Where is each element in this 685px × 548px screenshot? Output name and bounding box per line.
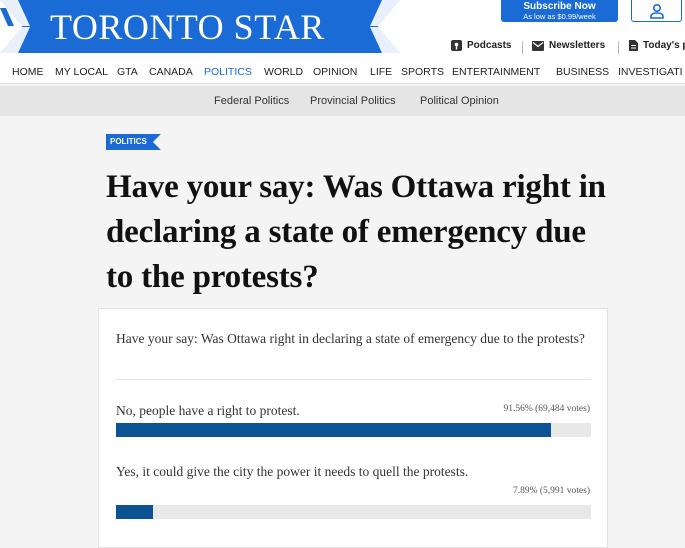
nav-item-entertainment[interactable]: ENTERTAINMENT [452,66,540,78]
poll-option-votes: (69,484 votes) [535,404,590,414]
user-icon [650,3,664,19]
sub-nav: Federal Politics Provincial Politics Pol… [0,86,685,116]
utility-todays-paper[interactable]: Today's p [629,40,685,51]
nav-item-opinion[interactable]: OPINION [313,66,357,78]
subnav-item-provincial-politics[interactable]: Provincial Politics [310,95,396,107]
poll-divider [116,379,591,380]
nav-item-life[interactable]: LIFE [370,66,392,78]
poll-result-bar [116,505,591,519]
subnav-item-political-opinion[interactable]: Political Opinion [420,95,499,107]
poll-option-percent: 91.56% [503,404,533,414]
nav-item-home[interactable]: HOME [12,66,44,78]
newspaper-icon [629,40,638,51]
nav-item-gta[interactable]: GTA [117,66,138,78]
poll-option-stats: 7.89% (5,991 votes) [513,486,590,496]
poll-widget: Have your say: Was Ottawa right in decla… [98,308,608,548]
masthead: TORONTO STAR Subscribe Now As low as $0.… [0,0,685,62]
utility-podcasts-label: Podcasts [467,40,512,51]
section-tag[interactable]: POLITICS [106,134,161,150]
utility-podcasts[interactable]: Podcasts [451,40,511,51]
poll-option-votes: (5,991 votes) [539,486,590,496]
poll-result-bar [116,423,591,437]
nav-item-business[interactable]: BUSINESS [556,66,609,78]
account-button[interactable] [631,0,682,22]
poll-result-fill [116,505,154,519]
poll-option-label: No, people have a right to protest. [116,403,300,418]
nav-item-my-local[interactable]: MY LOCAL [55,66,108,78]
subscribe-button[interactable]: Subscribe Now As low as $0.99/week [501,0,618,22]
nav-item-investigations[interactable]: INVESTIGATI [618,66,683,78]
subscribe-price: As low as $0.99/week [523,12,596,21]
subscribe-title: Subscribe Now [523,1,596,12]
utility-todays-paper-label: Today's p [643,40,685,51]
poll-option-label: Yes, it could give the city the power it… [116,464,469,479]
article-headline: Have your say: Was Ottawa right in decla… [106,169,606,295]
utility-separator [522,41,523,54]
poll-question: Have your say: Was Ottawa right in decla… [116,331,585,346]
site-logo[interactable]: TORONTO STAR [0,0,400,53]
poll-result-fill [116,423,551,437]
nav-item-sports[interactable]: SPORTS [401,66,444,78]
poll-option-percent: 7.89% [512,486,538,496]
nav-item-canada[interactable]: CANADA [149,66,193,78]
nav-item-world[interactable]: WORLD [264,66,303,78]
main-nav: HOME MY LOCAL GTA CANADA POLITICS WORLD … [0,62,685,84]
utility-newsletters[interactable]: Newsletters [532,40,605,51]
poll-option-stats: 91.56% (69,484 votes) [503,404,590,414]
subnav-item-federal-politics[interactable]: Federal Politics [214,95,289,107]
nav-item-politics[interactable]: POLITICS [204,66,252,78]
utility-newsletters-label: Newsletters [549,40,606,51]
utility-separator [618,41,619,54]
logo-wordmark: TORONTO STAR [50,7,325,47]
mail-icon [532,40,544,51]
podcast-icon [451,40,462,51]
